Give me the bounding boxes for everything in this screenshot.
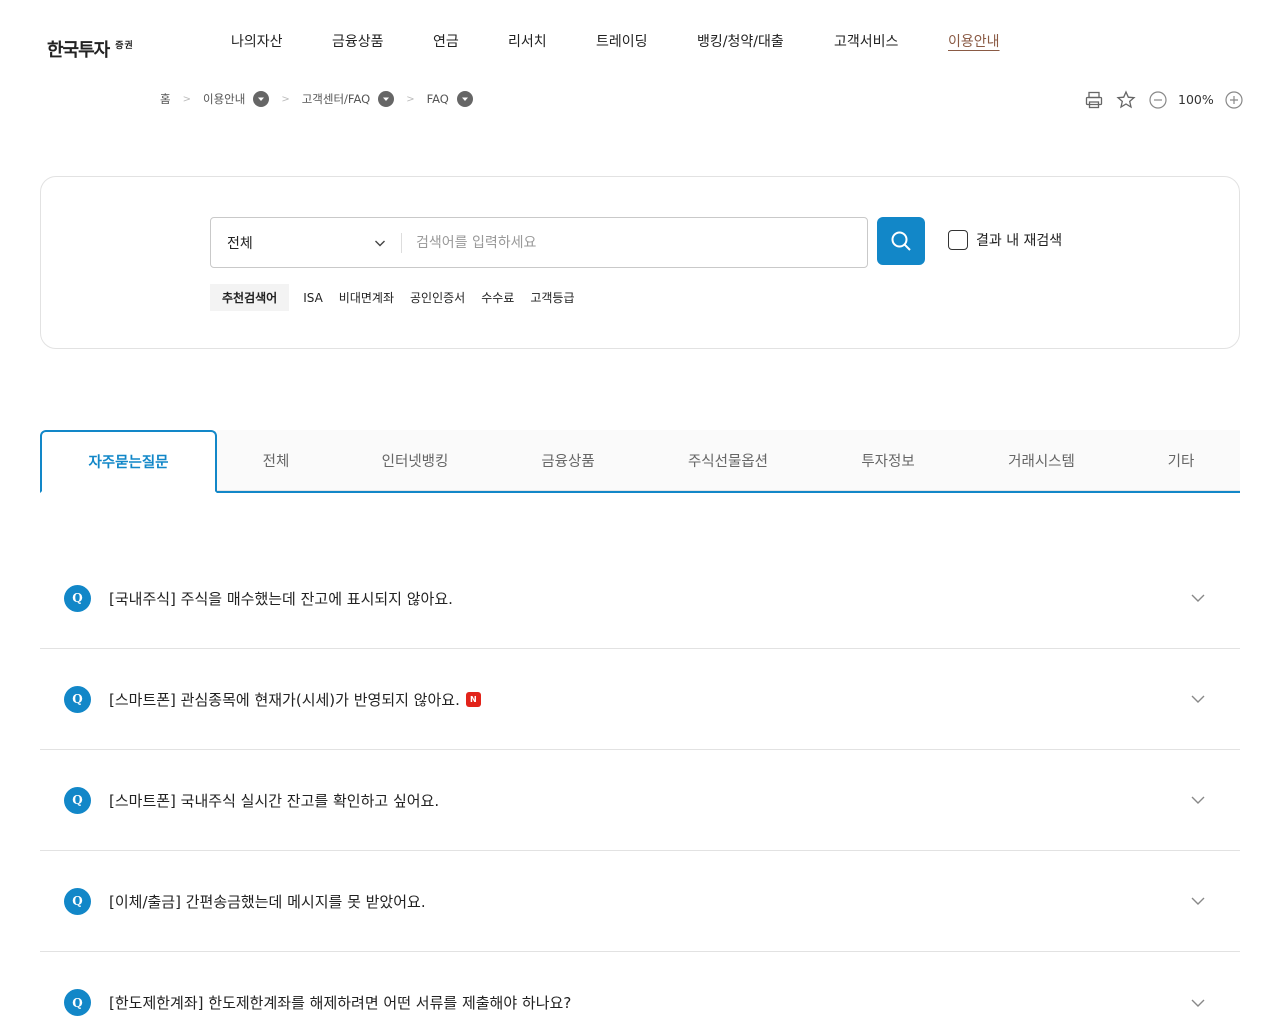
print-icon[interactable] bbox=[1083, 89, 1104, 110]
faq-question: [스마트폰] 국내주식 실시간 잔고를 확인하고 싶어요. bbox=[109, 790, 439, 811]
dropdown-icon[interactable] bbox=[253, 91, 270, 107]
faq-question: [이체/출금] 간편송금했는데 메시지를 못 받았어요. bbox=[109, 891, 426, 912]
nav-item-trading[interactable]: 트레이딩 bbox=[596, 31, 648, 51]
keyword-link[interactable]: 고객등급 bbox=[530, 289, 574, 306]
nav-item-research[interactable]: 리서치 bbox=[508, 31, 547, 51]
tab-trading-system[interactable]: 거래시스템 bbox=[961, 430, 1122, 491]
breadcrumb-home[interactable]: 홈 bbox=[160, 91, 171, 107]
chevron-right-icon: > bbox=[281, 93, 290, 105]
search-button[interactable] bbox=[877, 217, 925, 265]
q-badge: Q bbox=[64, 887, 91, 915]
nav-item-customer-service[interactable]: 고객서비스 bbox=[834, 31, 898, 51]
faq-item[interactable]: Q [국내주식] 주식을 매수했는데 잔고에 표시되지 않아요. bbox=[40, 548, 1240, 649]
tab-all[interactable]: 전체 bbox=[217, 430, 335, 491]
nav-item-my-assets[interactable]: 나의자산 bbox=[231, 31, 283, 51]
tab-stock-futures-options[interactable]: 주식선물옵션 bbox=[641, 430, 815, 491]
breadcrumb-label[interactable]: FAQ bbox=[427, 92, 449, 106]
keyword-link[interactable]: 공인인증서 bbox=[410, 289, 465, 306]
q-badge: Q bbox=[64, 786, 91, 814]
faq-question: [한도제한계좌] 한도제한계좌를 해제하려면 어떤 서류를 제출해야 하나요? bbox=[109, 992, 571, 1013]
faq-category-tabs: 자주묻는질문 전체 인터넷뱅킹 금융상품 주식선물옵션 투자정보 거래시스템 기… bbox=[40, 430, 1240, 493]
tab-etc[interactable]: 기타 bbox=[1122, 430, 1240, 491]
chevron-down-icon[interactable] bbox=[1190, 893, 1206, 909]
chevron-down-icon[interactable] bbox=[1190, 792, 1206, 808]
nav-item-banking[interactable]: 뱅킹/청약/대출 bbox=[697, 31, 784, 51]
search-category-select[interactable]: 전체 bbox=[211, 218, 401, 267]
zoom-out-icon[interactable] bbox=[1147, 89, 1168, 110]
breadcrumb-item: FAQ bbox=[427, 91, 473, 107]
breadcrumb-item: 이용안내 bbox=[203, 91, 270, 107]
q-badge: Q bbox=[64, 685, 91, 713]
logo-sub-text: 증권 bbox=[115, 41, 134, 51]
faq-question-text: [국내주식] 주식을 매수했는데 잔고에 표시되지 않아요. bbox=[109, 589, 453, 608]
faq-list: Q [국내주식] 주식을 매수했는데 잔고에 표시되지 않아요. Q [스마트폰… bbox=[40, 548, 1240, 1024]
research-option[interactable]: 결과 내 재검색 bbox=[948, 230, 1062, 250]
keyword-link[interactable]: 수수료 bbox=[481, 289, 514, 306]
q-badge: Q bbox=[64, 584, 91, 612]
search-icon bbox=[891, 231, 911, 251]
faq-question-text: [스마트폰] 관심종목에 현재가(시세)가 반영되지 않아요. bbox=[109, 690, 460, 709]
chevron-down-icon[interactable] bbox=[1190, 590, 1206, 606]
star-icon[interactable] bbox=[1115, 89, 1136, 110]
tab-investment-info[interactable]: 투자정보 bbox=[815, 430, 961, 491]
faq-question: [국내주식] 주식을 매수했는데 잔고에 표시되지 않아요. bbox=[109, 588, 453, 609]
zoom-in-icon[interactable] bbox=[1224, 89, 1245, 110]
chevron-right-icon: > bbox=[182, 93, 191, 105]
tab-faq[interactable]: 자주묻는질문 bbox=[40, 430, 217, 493]
breadcrumb-label[interactable]: 고객센터/FAQ bbox=[302, 91, 370, 107]
breadcrumb: 홈 > 이용안내 > 고객센터/FAQ > FAQ bbox=[160, 91, 473, 107]
faq-question-text: [이체/출금] 간편송금했는데 메시지를 못 받았어요. bbox=[109, 892, 426, 911]
nav-item-pension[interactable]: 연금 bbox=[433, 31, 459, 51]
search-bar: 전체 bbox=[210, 217, 868, 268]
page-tools: 100% bbox=[1083, 89, 1245, 110]
chevron-down-icon[interactable] bbox=[1190, 995, 1206, 1011]
research-checkbox[interactable] bbox=[948, 230, 968, 250]
chevron-down-icon[interactable] bbox=[1190, 691, 1206, 707]
search-panel: 전체 결과 내 재검색 추천검색어 ISA 비대면계좌 공인인증서 수수료 고객… bbox=[40, 176, 1240, 349]
nav-item-guide[interactable]: 이용안내 bbox=[948, 31, 1000, 51]
breadcrumb-label[interactable]: 이용안내 bbox=[203, 91, 245, 107]
q-badge: Q bbox=[64, 989, 91, 1016]
dropdown-icon[interactable] bbox=[456, 91, 473, 107]
faq-item[interactable]: Q [스마트폰] 관심종목에 현재가(시세)가 반영되지 않아요. N bbox=[40, 649, 1240, 750]
faq-question-text: [한도제한계좌] 한도제한계좌를 해제하려면 어떤 서류를 제출해야 하나요? bbox=[109, 994, 572, 1012]
new-badge: N bbox=[465, 691, 481, 707]
search-category-value: 전체 bbox=[227, 235, 253, 252]
search-input[interactable] bbox=[402, 218, 867, 267]
nav-item-financial-products[interactable]: 금융상품 bbox=[332, 31, 384, 51]
brand-logo[interactable]: 한국투자 증권 bbox=[47, 36, 134, 62]
logo-main-text: 한국투자 bbox=[47, 40, 110, 61]
faq-item[interactable]: Q [한도제한계좌] 한도제한계좌를 해제하려면 어떤 서류를 제출해야 하나요… bbox=[40, 952, 1240, 1024]
zoom-level: 100% bbox=[1178, 92, 1214, 107]
chevron-right-icon: > bbox=[406, 93, 415, 105]
breadcrumb-item: 고객센터/FAQ bbox=[302, 91, 395, 107]
dropdown-icon[interactable] bbox=[378, 91, 395, 107]
tab-internet-banking[interactable]: 인터넷뱅킹 bbox=[335, 430, 495, 491]
recommended-keywords: 추천검색어 ISA 비대면계좌 공인인증서 수수료 고객등급 bbox=[210, 284, 591, 311]
research-label: 결과 내 재검색 bbox=[976, 233, 1063, 249]
faq-question: [스마트폰] 관심종목에 현재가(시세)가 반영되지 않아요. N bbox=[109, 689, 481, 710]
keywords-label: 추천검색어 bbox=[210, 284, 290, 311]
chevron-down-icon bbox=[375, 240, 385, 246]
keyword-link[interactable]: 비대면계좌 bbox=[339, 289, 394, 306]
tab-financial-products[interactable]: 금융상품 bbox=[495, 430, 641, 491]
faq-item[interactable]: Q [이체/출금] 간편송금했는데 메시지를 못 받았어요. bbox=[40, 851, 1240, 952]
faq-question-text: [스마트폰] 국내주식 실시간 잔고를 확인하고 싶어요. bbox=[109, 791, 440, 810]
faq-item[interactable]: Q [스마트폰] 국내주식 실시간 잔고를 확인하고 싶어요. bbox=[40, 750, 1240, 851]
keyword-link[interactable]: ISA bbox=[303, 291, 323, 305]
